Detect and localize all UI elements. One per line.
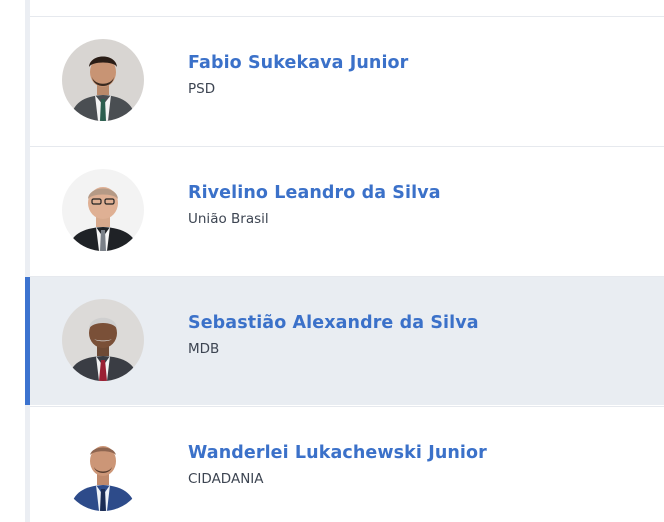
list-item-member-active[interactable]: Sebastião Alexandre da Silva MDB: [25, 276, 664, 405]
avatar: [62, 429, 144, 511]
member-party: PSD: [188, 81, 216, 97]
member-name-link[interactable]: Rivelino Leandro da Silva: [188, 183, 441, 203]
member-name-link[interactable]: Fabio Sukekava Junior: [188, 53, 408, 73]
avatar: [62, 39, 144, 121]
member-party: CIDADANIA: [188, 471, 264, 487]
avatar: [62, 299, 144, 381]
member-name-link[interactable]: Sebastião Alexandre da Silva: [188, 313, 479, 333]
page: Fabio Sukekava Junior PSD Rivelino Leand…: [0, 0, 664, 522]
member-party: União Brasil: [188, 211, 269, 227]
member-name-link[interactable]: Wanderlei Lukachewski Junior: [188, 443, 487, 463]
avatar: [62, 169, 144, 251]
list-item-member[interactable]: Rivelino Leandro da Silva União Brasil: [30, 146, 664, 275]
member-party: MDB: [188, 341, 220, 357]
member-list: Fabio Sukekava Junior PSD Rivelino Leand…: [25, 0, 664, 522]
list-item-previous[interactable]: [30, 0, 664, 16]
list-item-member[interactable]: Wanderlei Lukachewski Junior CIDADANIA: [30, 406, 664, 522]
list-item-member[interactable]: Fabio Sukekava Junior PSD: [30, 16, 664, 145]
